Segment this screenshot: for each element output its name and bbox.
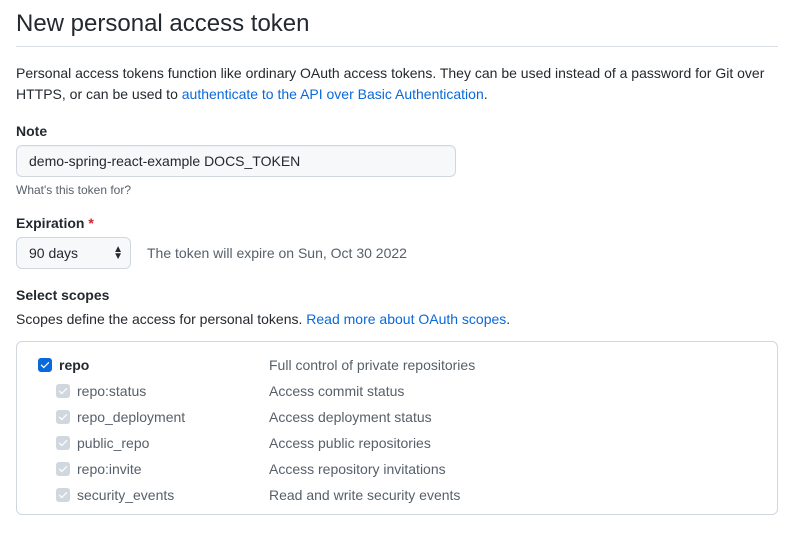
page-title: New personal access token <box>16 10 778 47</box>
scope-desc: Access public repositories <box>269 435 763 451</box>
scope-row-repo-invite: repo:inviteAccess repository invitations <box>31 456 763 482</box>
scopes-desc-prefix: Scopes define the access for personal to… <box>16 311 306 327</box>
scope-checkbox <box>56 462 70 476</box>
scopes-link[interactable]: Read more about OAuth scopes <box>306 311 506 327</box>
scope-name: repo:status <box>77 383 269 399</box>
note-label: Note <box>16 123 778 139</box>
intro-suffix: . <box>484 86 488 102</box>
scope-name: repo:invite <box>77 461 269 477</box>
scope-desc: Access repository invitations <box>269 461 763 477</box>
note-input[interactable] <box>16 145 456 177</box>
scope-checkbox <box>56 436 70 450</box>
scope-checkbox <box>56 410 70 424</box>
scope-desc: Read and write security events <box>269 487 763 503</box>
intro-text: Personal access tokens function like ord… <box>16 63 778 105</box>
scope-row-repo: repoFull control of private repositories <box>31 352 763 378</box>
scopes-desc: Scopes define the access for personal to… <box>16 311 778 327</box>
expiration-label: Expiration * <box>16 215 778 231</box>
expiration-label-text: Expiration <box>16 215 84 231</box>
note-hint: What's this token for? <box>16 183 778 197</box>
scope-row-public-repo: public_repoAccess public repositories <box>31 430 763 456</box>
scope-checkbox[interactable] <box>38 358 52 372</box>
required-marker: * <box>88 215 93 231</box>
scopes-link-suffix: . <box>506 311 510 327</box>
intro-auth-link[interactable]: authenticate to the API over Basic Authe… <box>182 86 484 102</box>
scope-row-repo-status: repo:statusAccess commit status <box>31 378 763 404</box>
expiration-select[interactable]: 90 days <box>16 237 131 269</box>
scope-desc: Access deployment status <box>269 409 763 425</box>
scope-name: public_repo <box>77 435 269 451</box>
scope-name[interactable]: repo <box>59 357 269 373</box>
expiration-note: The token will expire on Sun, Oct 30 202… <box>147 245 407 261</box>
scope-desc: Full control of private repositories <box>269 357 763 373</box>
scope-name: repo_deployment <box>77 409 269 425</box>
scope-name: security_events <box>77 487 269 503</box>
scopes-title: Select scopes <box>16 287 778 303</box>
scope-row-security-events: security_eventsRead and write security e… <box>31 482 763 508</box>
scope-checkbox <box>56 384 70 398</box>
scope-desc: Access commit status <box>269 383 763 399</box>
scopes-box: repoFull control of private repositories… <box>16 341 778 515</box>
scope-row-repo-deployment: repo_deploymentAccess deployment status <box>31 404 763 430</box>
scope-checkbox <box>56 488 70 502</box>
